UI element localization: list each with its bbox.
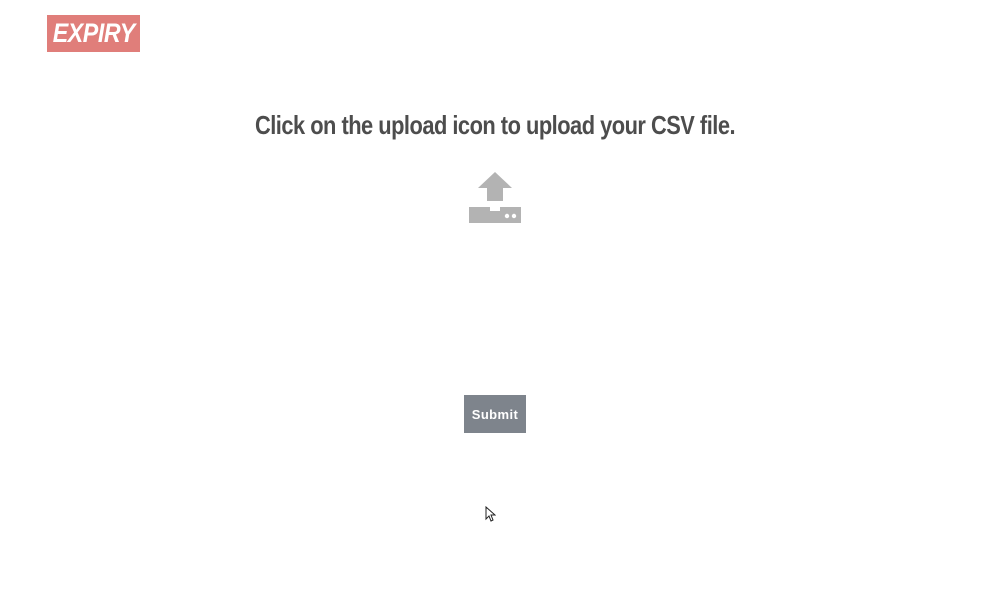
upload-icon[interactable] (468, 171, 522, 224)
upload-page: EXPIRY Click on the upload icon to uploa… (0, 0, 990, 616)
expiry-logo[interactable]: EXPIRY (47, 15, 140, 52)
upload-button[interactable] (468, 171, 522, 224)
upload-instruction: Click on the upload icon to upload your … (254, 110, 736, 140)
mouse-pointer-icon (485, 506, 496, 522)
logo-text: EXPIRY (52, 18, 135, 48)
submit-button[interactable]: Submit (464, 395, 526, 433)
